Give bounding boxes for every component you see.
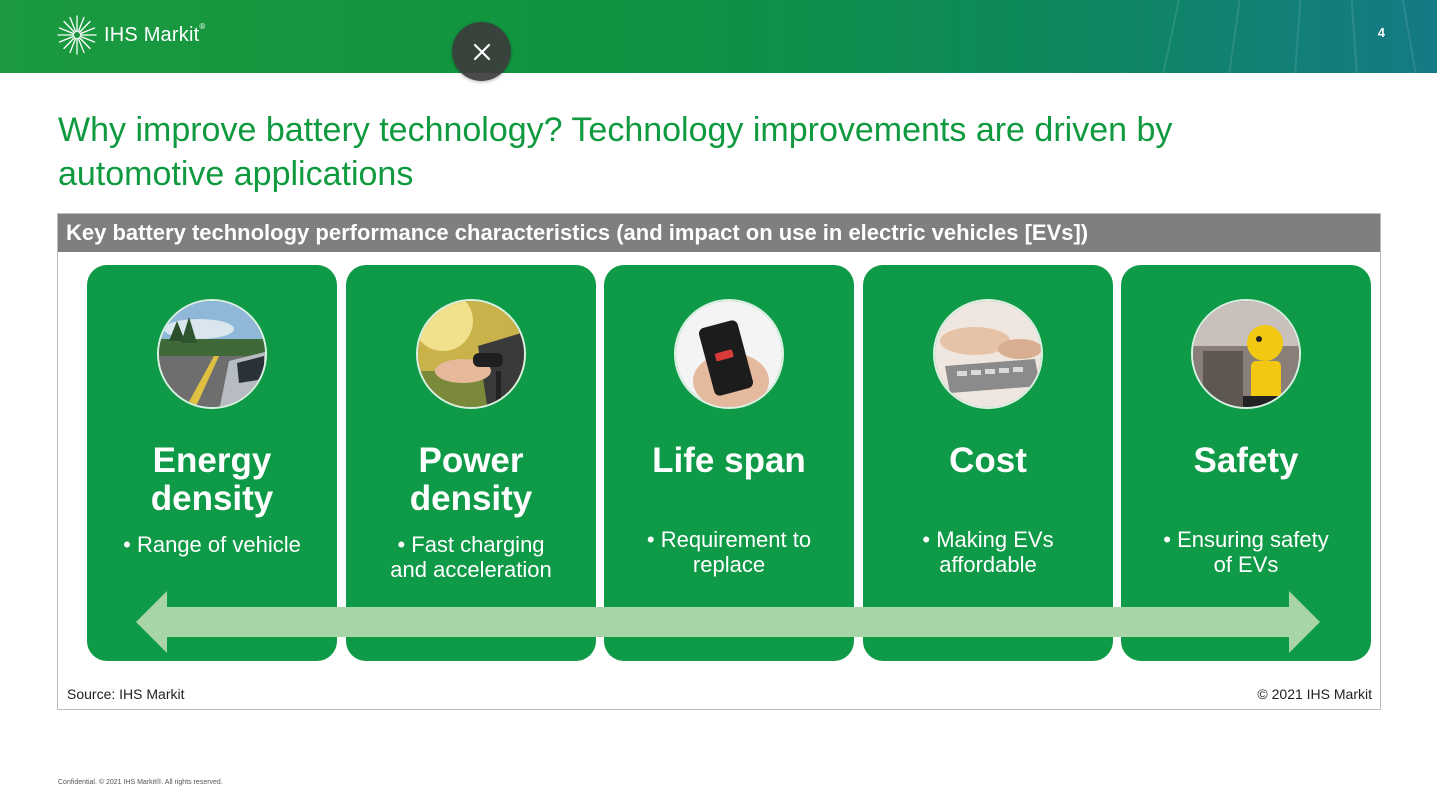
card-bullet: • Ensuring safety of EVs bbox=[1163, 527, 1329, 577]
card-bullet: • Making EVs affordable bbox=[922, 527, 1054, 577]
phone-battery-photo bbox=[674, 299, 784, 409]
card-heading: Life span bbox=[652, 441, 806, 480]
close-button[interactable] bbox=[452, 22, 511, 81]
confidential-footer: Confidential. © 2021 IHS Markit®. All ri… bbox=[58, 779, 223, 786]
copyright-note: © 2021 IHS Markit bbox=[1257, 686, 1372, 702]
ihs-markit-logo: IHS Markit® bbox=[56, 14, 205, 56]
figure-header: Key battery technology performance chara… bbox=[58, 214, 1380, 252]
close-icon bbox=[473, 43, 490, 60]
figure-panel: Key battery technology performance chara… bbox=[57, 213, 1381, 710]
starburst-logo-icon bbox=[57, 15, 97, 55]
card-bullet: • Requirement to replace bbox=[646, 527, 812, 577]
card-bullet: • Range of vehicle bbox=[123, 532, 301, 557]
calculator-photo bbox=[933, 299, 1043, 409]
top-banner: IHS Markit® 4 bbox=[0, 0, 1437, 73]
source-note: Source: IHS Markit bbox=[67, 686, 185, 702]
double-arrow-icon bbox=[136, 591, 1320, 653]
title-line-2: automotive applications bbox=[58, 155, 414, 193]
crash-test-dummy-photo bbox=[1191, 299, 1301, 409]
title-line-1: Why improve battery technology? Technolo… bbox=[58, 111, 1173, 149]
card-heading: Power density bbox=[409, 441, 533, 518]
card-bullet: • Fast charging and acceleration bbox=[390, 532, 552, 582]
ev-charging-photo bbox=[416, 299, 526, 409]
page-number: 4 bbox=[1377, 25, 1385, 40]
card-heading: Safety bbox=[1193, 441, 1299, 480]
card-heading: Cost bbox=[949, 441, 1027, 480]
slide-title: Why improve battery technology? Technolo… bbox=[58, 108, 1358, 196]
brand-name: IHS Markit® bbox=[104, 21, 206, 46]
card-heading: Energy density bbox=[150, 441, 274, 518]
road-car-photo bbox=[157, 299, 267, 409]
